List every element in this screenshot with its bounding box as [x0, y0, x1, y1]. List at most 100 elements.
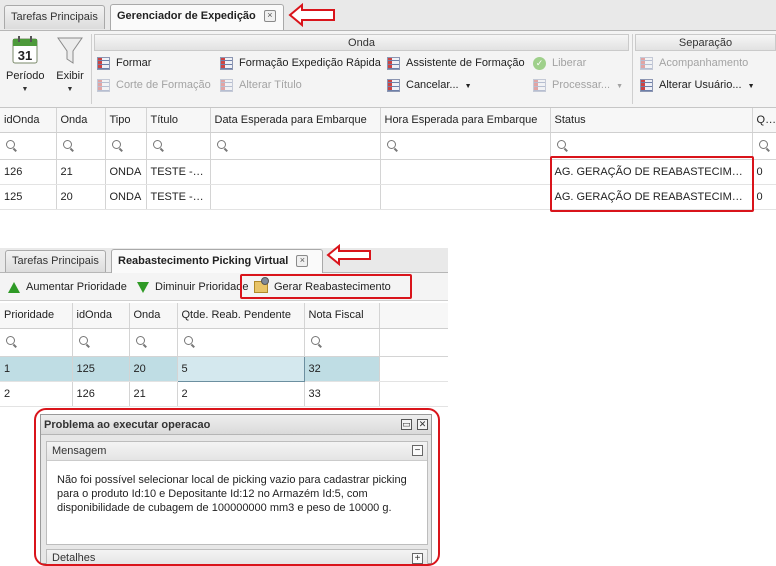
search-icon: [152, 139, 162, 149]
filter-cell[interactable]: [304, 328, 380, 357]
alterar-usuario-label: Alterar Usuário...: [659, 79, 742, 91]
tab-tarefas-principais[interactable]: Tarefas Principais: [5, 250, 106, 272]
filter-cell[interactable]: [146, 132, 211, 160]
grid-icon: [220, 78, 233, 92]
diminuir-prioridade-button[interactable]: Diminuir Prioridade: [137, 278, 249, 296]
corte-formacao-label: Corte de Formação: [116, 79, 211, 91]
filter-cell[interactable]: [129, 328, 178, 357]
filter-cell[interactable]: [380, 132, 551, 160]
col-header[interactable]: Qtde. Reab. Pendente: [177, 303, 305, 329]
arrow-up-icon: [8, 281, 20, 293]
col-header[interactable]: Hora Esperada para Embarque: [380, 108, 551, 133]
aumentar-label: Aumentar Prioridade: [26, 281, 127, 293]
filter-row: [0, 328, 448, 357]
tab-reabastecimento-picking[interactable]: Reabastecimento Picking Virtual ×: [111, 249, 323, 273]
search-icon: [183, 336, 193, 345]
col-header[interactable]: idOnda: [72, 303, 130, 329]
grid-icon: [387, 56, 400, 70]
col-header[interactable]: Status: [550, 108, 753, 133]
cell-idonda: 126: [0, 159, 57, 185]
search-icon: [78, 336, 88, 345]
annotation-arrow-icon: [288, 3, 335, 27]
cell-onda: 21: [129, 381, 178, 407]
aumentar-prioridade-button[interactable]: Aumentar Prioridade: [8, 278, 127, 296]
search-icon: [62, 139, 72, 149]
cell-titulo: TESTE - 32: [146, 184, 211, 210]
diminuir-label: Diminuir Prioridade: [155, 281, 249, 293]
col-header[interactable]: Tipo: [105, 108, 147, 133]
search-icon: [135, 336, 145, 345]
cell-data: [210, 184, 381, 210]
assistente-button[interactable]: Assistente de Formação: [387, 54, 525, 72]
filter-cell[interactable]: [0, 328, 73, 357]
filter-cell[interactable]: [752, 132, 776, 160]
filter-cell[interactable]: [105, 132, 147, 160]
tab-label: Reabastecimento Picking Virtual: [118, 255, 289, 267]
reabastecimento-grid: Prioridade idOnda Onda Qtde. Reab. Pende…: [0, 303, 448, 407]
cell-prioridade: 1: [0, 356, 73, 382]
cell-idonda: 125: [0, 184, 57, 210]
col-header[interactable]: Onda: [129, 303, 178, 329]
col-header[interactable]: Prioridade: [0, 303, 73, 329]
filter-cell[interactable]: [177, 328, 305, 357]
tab-gerenciador-expedicao[interactable]: Gerenciador de Expedição ×: [110, 4, 284, 30]
cell-data: [210, 159, 381, 185]
alterar-titulo-button[interactable]: Alterar Título: [220, 76, 302, 94]
col-header[interactable]: Onda: [56, 108, 106, 133]
col-header[interactable]: Data Esperada para Embarque: [210, 108, 381, 133]
grid-icon: [97, 78, 110, 92]
filter-cell[interactable]: [56, 132, 106, 160]
cell-onda: 20: [129, 356, 178, 382]
formacao-rapida-label: Formação Expedição Rápida: [239, 57, 381, 69]
search-icon: [310, 336, 320, 345]
ribbon-divider: [91, 34, 92, 104]
grid-icon: [220, 56, 233, 70]
gerar-highlight-box: [240, 274, 412, 299]
cell-hora: [380, 184, 551, 210]
col-header[interactable]: idOnda: [0, 108, 57, 133]
search-icon: [216, 139, 226, 149]
corte-formacao-button[interactable]: Corte de Formação: [97, 76, 211, 94]
table-row-selected[interactable]: 1 125 20 5 32: [0, 355, 448, 382]
calendar-day: 31: [18, 48, 32, 63]
cell-hora: [380, 159, 551, 185]
tab-label: Gerenciador de Expedição: [117, 10, 256, 22]
col-header[interactable]: Nota Fiscal: [304, 303, 380, 329]
formar-label: Formar: [116, 57, 152, 69]
cell-idonda: 126: [72, 381, 130, 407]
formar-button[interactable]: Formar: [97, 54, 151, 72]
chevron-down-icon: ▼: [66, 86, 74, 93]
cell-tipo: ONDA: [105, 159, 147, 185]
tab-tarefas-principais[interactable]: Tarefas Principais: [4, 5, 105, 29]
grid-header-row: idOnda Onda Tipo Título Data Esperada pa…: [0, 108, 776, 133]
close-icon[interactable]: ×: [296, 255, 309, 268]
table-row[interactable]: 2 126 21 2 33: [0, 381, 448, 407]
liberar-button[interactable]: ✓ Liberar: [533, 54, 586, 72]
grid-icon: [640, 78, 653, 92]
ribbon-divider: [632, 34, 633, 104]
filter-cell[interactable]: [72, 328, 130, 357]
filter-cell[interactable]: [210, 132, 381, 160]
col-header[interactable]: Título: [146, 108, 211, 133]
processar-button[interactable]: Processar... ▼: [533, 76, 623, 94]
check-icon: ✓: [533, 56, 546, 70]
alterar-titulo-label: Alterar Título: [239, 79, 302, 91]
col-header[interactable]: Qtde: [752, 108, 776, 133]
close-icon[interactable]: ×: [263, 10, 276, 23]
cell-qtde-reab-editing[interactable]: 5: [176, 355, 305, 382]
formacao-rapida-button[interactable]: Formação Expedição Rápida: [220, 54, 381, 72]
chevron-down-icon: ▼: [747, 83, 755, 90]
grid-icon: [97, 56, 110, 70]
filter-cell[interactable]: [550, 132, 753, 160]
cell-qtde: 0: [752, 159, 776, 185]
cell-idonda: 125: [72, 356, 130, 382]
periodo-button[interactable]: 31 Período ▼: [6, 34, 45, 100]
chevron-down-icon: ▼: [616, 83, 624, 90]
tab-label: Tarefas Principais: [11, 11, 98, 23]
cancelar-button[interactable]: Cancelar... ▼: [387, 76, 472, 94]
filter-cell[interactable]: [0, 132, 57, 160]
exibir-button[interactable]: Exibir ▼: [52, 34, 88, 100]
cell-onda: 21: [56, 159, 106, 185]
alterar-usuario-button[interactable]: Alterar Usuário... ▼: [640, 76, 755, 94]
acompanhamento-button[interactable]: Acompanhamento: [640, 54, 748, 72]
